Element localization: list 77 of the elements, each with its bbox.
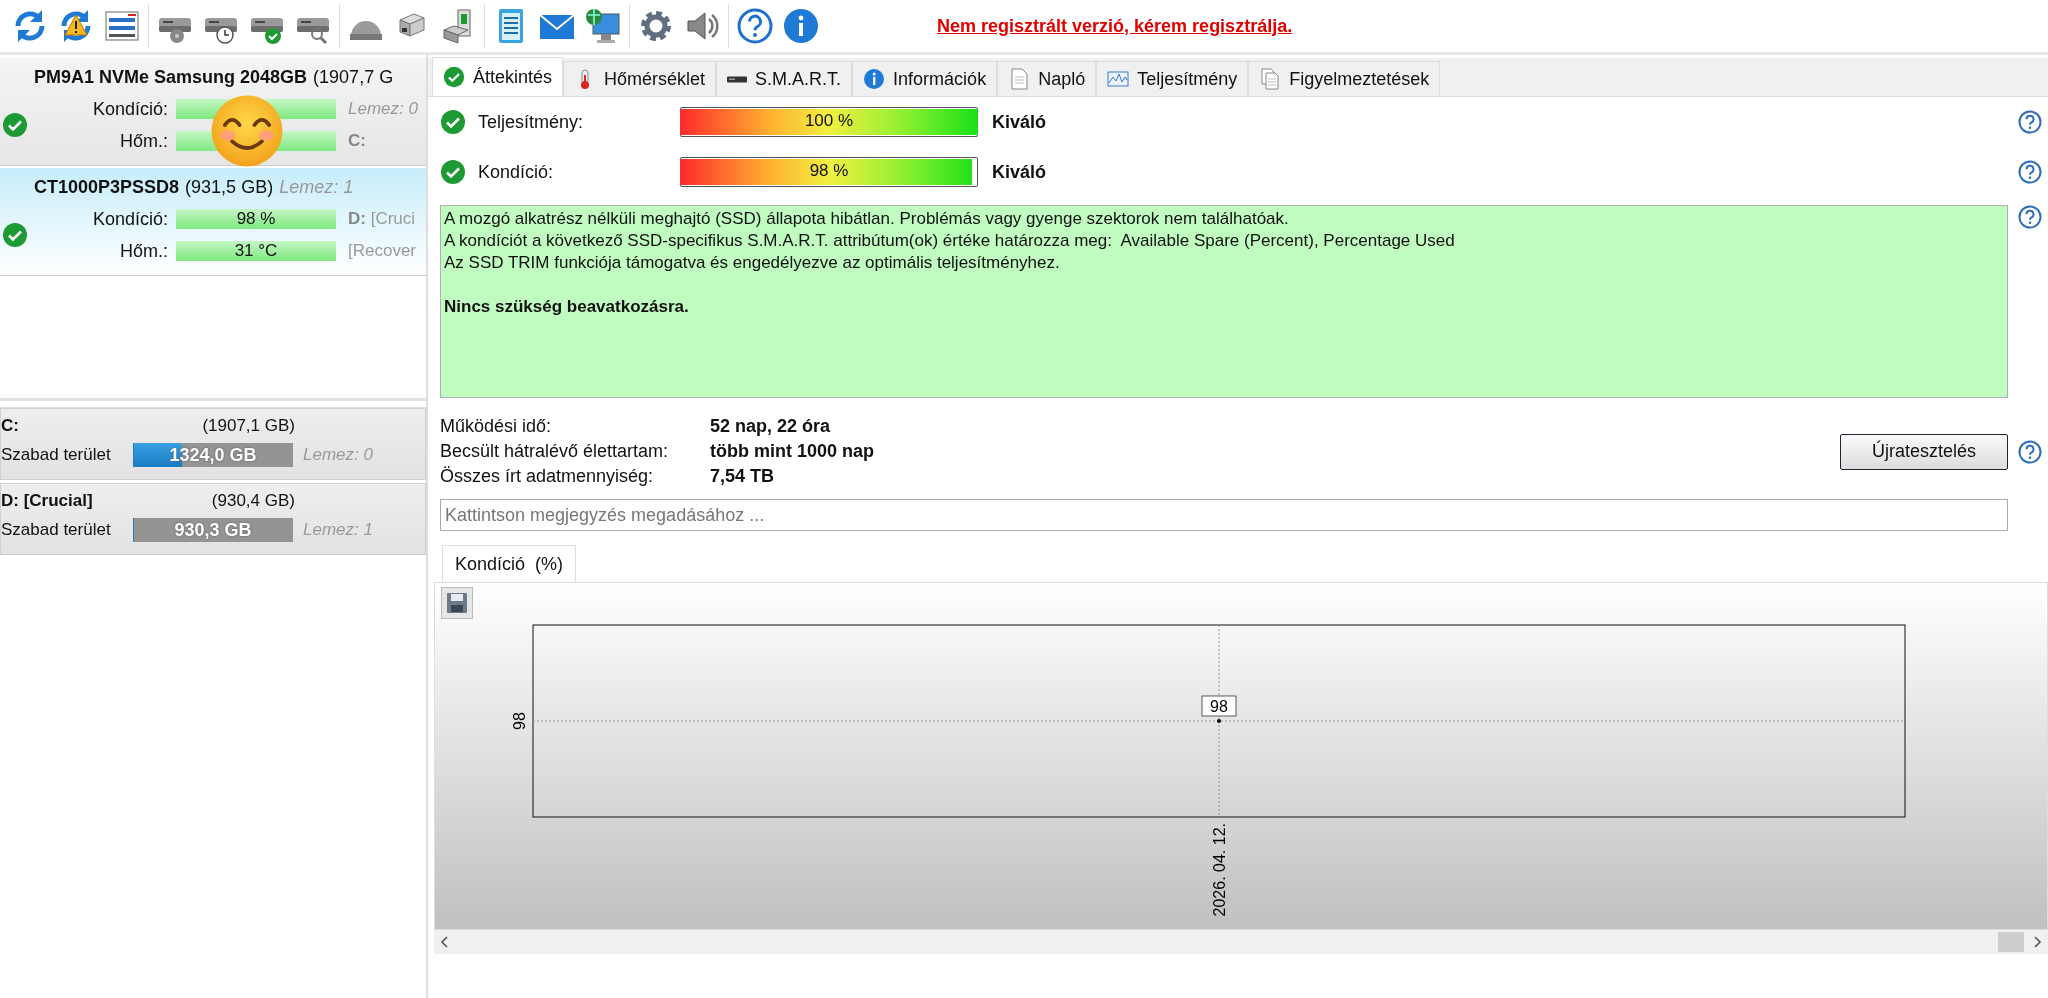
disk-number: Lemez: 0 (302, 445, 373, 465)
scroll-left-icon[interactable] (440, 936, 450, 948)
free-space-label: Szabad terület (1, 520, 112, 540)
disk-number: Lemez: 1 (279, 176, 354, 198)
drive-size: (1907,7 G (313, 66, 394, 88)
bar-value: 31 °C (234, 241, 278, 261)
bar-value: 98 % (236, 209, 276, 229)
row-label: Hőm.: (119, 130, 169, 152)
drive-name: PM9A1 NVMe Samsung 2048GB (34, 66, 308, 88)
horizontal-scrollbar[interactable] (434, 930, 2048, 954)
y-axis-label: 98 (511, 712, 528, 730)
rating-value: 100 % (803, 111, 855, 131)
metric-label: Teljesítmény: (477, 111, 585, 133)
summary-line: A mozgó alkatrész nélküli meghajtó (SSD) állapota hibátlan. Problémás vagy gyenge szektorok nem találhatóak. (444, 208, 1290, 230)
stat-value: 7,54 TB (710, 466, 775, 487)
chart-tab[interactable]: Kondíció (%) (442, 545, 577, 582)
stat-value: több mint 1000 nap (710, 441, 875, 462)
x-axis-label: 2026. 04. 12. (1211, 823, 1228, 917)
scroll-right-icon[interactable] (2032, 936, 2042, 948)
free-space-value: 930,3 GB (174, 519, 252, 541)
monitor-globe-icon[interactable] (583, 6, 623, 46)
help-icon[interactable] (2018, 110, 2042, 134)
document-icon (1008, 68, 1031, 90)
tab[interactable]: Információk (852, 61, 998, 96)
rating-text: Kiváló (991, 111, 1047, 133)
volume-size: (930,4 GB) (210, 491, 295, 511)
data-point (1217, 719, 1221, 723)
volume-size: (1907,1 GB) (201, 416, 295, 436)
check-icon (443, 66, 465, 88)
disk-number: Lemez: 0 (347, 99, 418, 119)
help-icon[interactable] (2018, 160, 2042, 184)
chart-icon (1107, 68, 1130, 90)
drive-icon (727, 75, 748, 83)
data-label: 98 (1201, 695, 1237, 717)
disk-number: Lemez: 1 (302, 520, 373, 540)
rating-value: 98 % (808, 161, 850, 181)
stat-label: Működési idő: (440, 416, 553, 437)
stat-value: 52 nap, 22 óra (710, 416, 831, 437)
row-label: Hőm.: (119, 240, 169, 262)
tab[interactable]: Napló (997, 61, 1097, 96)
drive-card[interactable]: PM9A1 NVMe Samsung 2048GB (1907,7 G Kondíció: Lemez: 0 Hőm.: C: (0, 58, 426, 166)
volume-card[interactable]: D: [Crucial] (930,4 GB) Szabad terület 930,3 GB Lemez: 1 (0, 483, 426, 555)
tab[interactable]: Teljesítmény (1096, 61, 1249, 96)
volume-label: C: (347, 131, 366, 151)
summary-line: Az SSD TRIM funkciója támogatva és engedélyezve az optimális teljesítményhez. (444, 252, 1061, 274)
volume-name: D: [Crucial] (1, 491, 94, 511)
volume-label: D: [Cruci (347, 209, 416, 229)
stat-label: Becsült hátralévő élettartam: (440, 441, 670, 462)
help-icon[interactable] (2018, 205, 2042, 229)
drive-card[interactable]: CT1000P3PSSD8 (931,5 GB) Lemez: 1 Kondíció: 98 % D: [Cruci Hőm.: 31 °C [Recover (0, 168, 426, 276)
tab[interactable]: Hőmérséklet (563, 61, 717, 96)
volume-label: [Recover (347, 241, 417, 261)
tab[interactable]: S.M.A.R.T. (716, 61, 853, 96)
stat-label: Összes írt adatmennyiség: (440, 466, 655, 487)
drive-size: (931,5 GB) (185, 176, 274, 198)
volume-name: C: (1, 416, 20, 436)
summary-line: A kondíciót a következő SSD-specifikus S.M.A.R.T. attribútum(ok) értéke határozza meg: Available Spare (Percent), Percentage Used (444, 230, 1456, 252)
summary-line: Nincs szükség beavatkozásra. (444, 296, 690, 318)
note-field[interactable]: Kattintson megjegyzés megadásához ... (440, 499, 2008, 531)
scroll-thumb[interactable] (1998, 932, 2024, 952)
free-space-label: Szabad terület (1, 445, 112, 465)
save-button[interactable] (441, 587, 473, 619)
tab[interactable]: Áttekintés (432, 57, 564, 96)
documents-icon (1259, 68, 1282, 90)
drive-name: CT1000P3PSSD8 (34, 176, 180, 198)
smiling-face-icon (210, 94, 284, 168)
info-icon[interactable] (781, 6, 821, 46)
retest-button[interactable]: Újratesztelés (1840, 433, 2008, 470)
info-icon (863, 68, 886, 90)
tab[interactable]: Figyelmeztetések (1248, 61, 1441, 96)
rating-text: Kiváló (991, 161, 1047, 183)
row-label: Kondíció: (91, 208, 169, 230)
help-icon[interactable] (2018, 439, 2042, 464)
metric-label: Kondíció: (477, 161, 555, 183)
registration-link[interactable]: Nem regisztrált verzió, kérem regisztrálja. (937, 15, 1293, 37)
row-label: Kondíció: (91, 98, 169, 120)
help-icon[interactable] (735, 6, 775, 46)
